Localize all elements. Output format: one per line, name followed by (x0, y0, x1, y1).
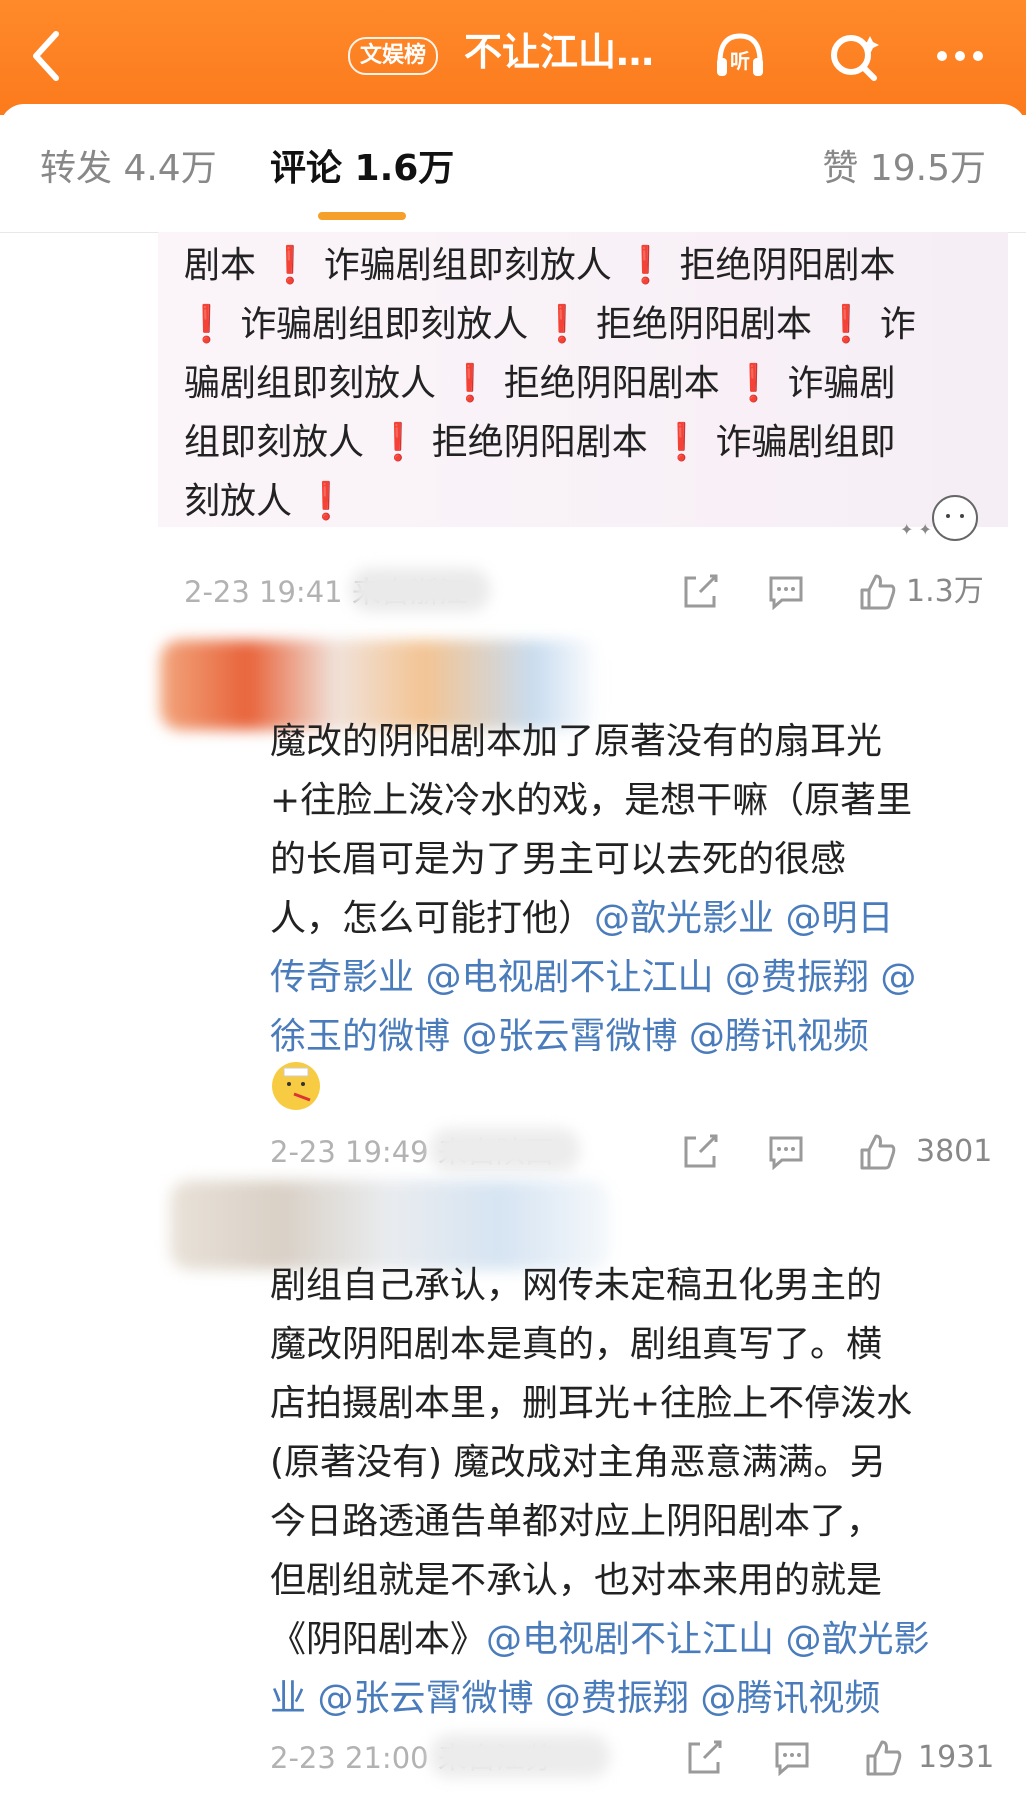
top-bar: 文娱榜 不让江山… 听 (0, 0, 1026, 115)
listen-headphones-icon[interactable]: 听 (712, 28, 768, 84)
svg-text:听: 听 (730, 49, 750, 73)
search-icon[interactable] (826, 28, 882, 84)
comment-line: 《阴阳剧本》@电视剧不让江山 @歆光影 (270, 1610, 1010, 1669)
comment-text: 组即刻放人 (184, 422, 376, 463)
comment-line: 剧本 ❗ 诈骗剧组即刻放人 ❗ 拒绝阴阳剧本 (184, 236, 994, 295)
comment-text: 诈骗剧组即刻放人 (312, 245, 624, 286)
comment-text: 人，怎么可能打他） (270, 898, 595, 939)
comment-text: 魔改的阴阳剧本加了原著没有的扇耳光 (270, 721, 883, 762)
comment-line: 魔改阴阳剧本是真的，剧组真写了。横 (270, 1315, 1010, 1374)
mention-link[interactable]: 传奇影业 @电视剧不让江山 @费振翔 @ (270, 957, 916, 998)
comment-line: 骗剧组即刻放人 ❗ 拒绝阴阳剧本 ❗ 诈骗剧 (184, 354, 994, 413)
like-count: 3801 (916, 1134, 993, 1169)
comment-text: 拒绝阴阳剧本 (584, 304, 824, 345)
tab-bar: 转发 4.4万 评论 1.6万 赞 19.5万 (0, 104, 1026, 233)
exclamation-icon: ❗ (447, 363, 493, 404)
comment-text: 的长眉可是为了男主可以去死的很感 (270, 839, 847, 880)
exclamation-icon: ❗ (184, 304, 229, 345)
comment-text: 今日路透通告单都对应上阴阳剧本了， (270, 1501, 883, 1542)
exclamation-icon: ❗ (539, 304, 585, 345)
share-icon[interactable] (684, 1738, 724, 1778)
mention-link[interactable]: @歆光影业 @明日 (594, 898, 893, 939)
like-icon[interactable] (858, 572, 898, 612)
comment-text: 刻放人 (184, 481, 304, 522)
reply-icon[interactable] (772, 1738, 812, 1778)
comment-line: +往脸上泼冷水的戏，是想干嘛（原著里 (270, 771, 1010, 830)
comment-text: 拒绝阴阳剧本 (420, 422, 660, 463)
comment-line: 业 @张云霄微博 @费振翔 @腾讯视频 (270, 1669, 1010, 1728)
tab-comment[interactable]: 评论 1.6万 (270, 144, 454, 194)
more-icon[interactable] (932, 28, 988, 84)
comment-text: 诈骗剧组即 (704, 422, 896, 463)
comment-line: 剧组自己承认，网传未定稿丑化男主的 (270, 1256, 1010, 1315)
comment-text: 拒绝阴阳剧本 (668, 245, 896, 286)
comment-line: 魔改的阴阳剧本加了原著没有的扇耳光 (270, 712, 1010, 771)
active-tab-indicator (318, 212, 406, 220)
comment-line: 的长眉可是为了男主可以去死的很感 (270, 830, 1010, 889)
mention-link[interactable]: 业 @张云霄微博 @费振翔 @腾讯视频 (270, 1678, 880, 1719)
like-count: 1931 (918, 1740, 995, 1775)
comment-text: 店拍摄剧本里，删耳光+往脸上不停泼水 (270, 1383, 913, 1424)
comment-line: 店拍摄剧本里，删耳光+往脸上不停泼水 (270, 1374, 1010, 1433)
exclamation-icon: ❗ (823, 304, 869, 345)
comment-2-text: 魔改的阴阳剧本加了原著没有的扇耳光 +往脸上泼冷水的戏，是想干嘛（原著里 的长眉可是… (270, 712, 1010, 1066)
exclamation-icon: ❗ (623, 245, 668, 286)
comment-text: 诈骗剧 (776, 363, 896, 404)
comment-text: 骗剧组即刻放人 (184, 363, 448, 404)
comment-line: ❗ 诈骗剧组即刻放人 ❗ 拒绝阴阳剧本 ❗ 诈 (184, 295, 994, 354)
comment-line: 今日路透通告单都对应上阴阳剧本了， (270, 1492, 1010, 1551)
exclamation-icon: ❗ (659, 422, 704, 463)
blurred-area (430, 1734, 610, 1778)
comment-line: 传奇影业 @电视剧不让江山 @费振翔 @ (270, 948, 1010, 1007)
sick-emoji-icon (272, 1062, 320, 1110)
comment-line: 徐玉的微博 @张云霄微博 @腾讯视频 (270, 1007, 1010, 1066)
comment-3-text: 剧组自己承认，网传未定稿丑化男主的 魔改阴阳剧本是真的，剧组真写了。横 店拍摄剧本里… (270, 1256, 1010, 1728)
comment-text: (原著没有) 魔改成对主角恶意满满。另 (270, 1442, 886, 1483)
exclamation-icon: ❗ (375, 422, 421, 463)
comment-line: 组即刻放人 ❗ 拒绝阴阳剧本 ❗ 诈骗剧组即 (184, 413, 994, 472)
tab-repost[interactable]: 转发 4.4万 (40, 144, 217, 194)
share-icon[interactable] (680, 572, 720, 612)
comment-line: 刻放人 ❗ (184, 472, 994, 531)
like-count: 1.3万 (906, 574, 984, 609)
comment-text: 但剧组就是不承认，也对本来用的就是 (270, 1560, 883, 1601)
comment-line: 但剧组就是不承认，也对本来用的就是 (270, 1551, 1010, 1610)
tab-like[interactable]: 赞 19.5万 (822, 144, 986, 194)
mention-link[interactable]: @电视剧不让江山 @歆光影 (486, 1619, 929, 1660)
comment-text: 剧组自己承认，网传未定稿丑化男主的 (270, 1265, 883, 1306)
reply-icon[interactable] (766, 572, 806, 612)
blurred-area (430, 1128, 580, 1172)
share-icon[interactable] (680, 1132, 720, 1172)
comment-text: 《阴阳剧本》 (270, 1619, 487, 1660)
comment-text: 诈 (868, 304, 916, 345)
mention-link[interactable]: 徐玉的微博 @张云霄微博 @腾讯视频 (270, 1016, 869, 1057)
comment-1-text: 剧本 ❗ 诈骗剧组即刻放人 ❗ 拒绝阴阳剧本 ❗ 诈骗剧组即刻放人 ❗ 拒绝阴阳剧… (184, 236, 994, 531)
back-arrow-icon[interactable] (28, 28, 64, 84)
comment-line: 人，怎么可能打他）@歆光影业 @明日 (270, 889, 1010, 948)
hot-list-badge[interactable]: 文娱榜 (348, 37, 439, 75)
exclamation-icon: ❗ (303, 481, 349, 522)
comment-text: 拒绝阴阳剧本 (492, 363, 732, 404)
exclamation-icon: ❗ (731, 363, 776, 404)
comment-text: 魔改阴阳剧本是真的，剧组真写了。横 (270, 1324, 883, 1365)
comment-line: (原著没有) 魔改成对主角恶意满满。另 (270, 1433, 1010, 1492)
like-icon[interactable] (864, 1738, 904, 1778)
comment-text: 剧本 (184, 245, 268, 286)
comment-text: +往脸上泼冷水的戏，是想干嘛（原著里 (270, 780, 913, 821)
like-icon[interactable] (858, 1132, 898, 1172)
page-title: 不让江山… (464, 30, 655, 74)
reply-icon[interactable] (766, 1132, 806, 1172)
blurred-area (350, 568, 490, 612)
comment-text: 诈骗剧组即刻放人 (228, 304, 540, 345)
exclamation-icon: ❗ (267, 245, 313, 286)
